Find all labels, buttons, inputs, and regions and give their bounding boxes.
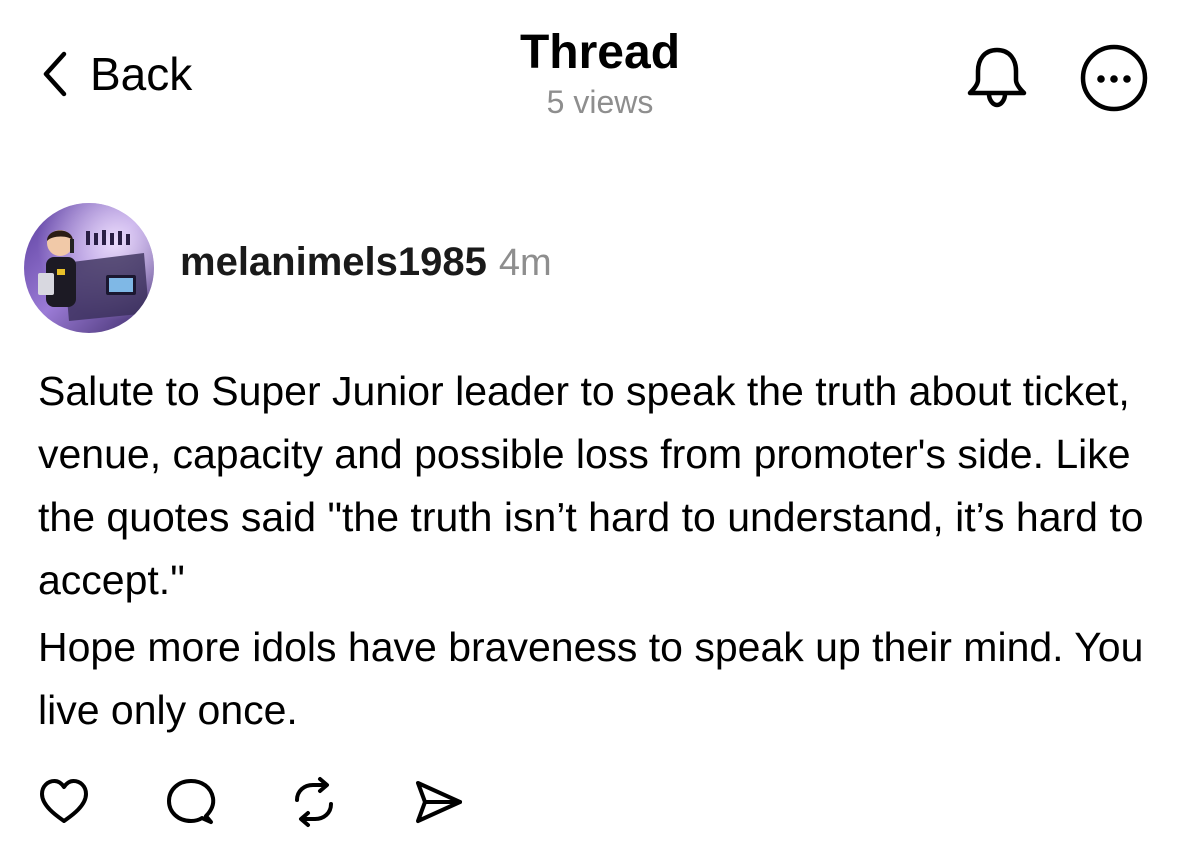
avatar[interactable] [24,203,154,333]
send-icon [416,781,462,823]
repost-button[interactable] [286,774,342,830]
like-button[interactable] [36,774,92,830]
view-count: 5 views [546,84,654,120]
comment-icon [167,779,216,824]
back-button[interactable]: Back [42,44,192,104]
post-paragraph: Hope more idols have braveness to speak … [38,624,1144,733]
thread-page: Back Thread 5 views melanimels1985 4m Sa… [0,0,1200,861]
post-paragraph: Salute to Super Junior leader to speak t… [38,368,1144,603]
share-button[interactable] [410,774,466,830]
repost-icon [295,777,333,827]
chevron-left-icon [42,51,68,97]
more-horizontal-icon [1080,44,1148,112]
header-title-block: Thread 5 views [300,24,900,122]
post-timestamp: 4m [498,242,552,284]
page-title: Thread [519,26,681,79]
bell-icon[interactable] [962,44,1032,110]
more-options-button[interactable] [1078,42,1150,114]
post-body: Salute to Super Junior leader to speak t… [38,360,1168,742]
reply-button[interactable] [162,774,218,830]
username[interactable]: melanimels1985 [180,240,487,285]
post-author-row: melanimels1985 4m [180,240,552,296]
heart-icon [40,779,88,823]
back-label: Back [90,48,193,100]
